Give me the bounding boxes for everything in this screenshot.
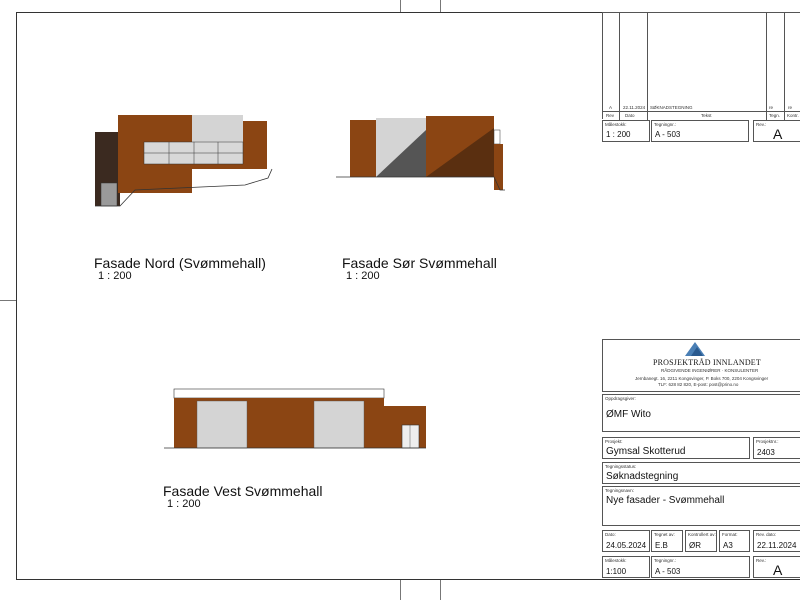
view-title-west: Fasade Vest Svømmehall <box>163 483 323 499</box>
rev-table-drawingnr-value: A - 503 <box>655 130 681 139</box>
scale-cell: Målestokk: 1:100 <box>602 556 650 578</box>
company-logo-block: PROSJEKTRÅD INNLANDET RÅDGIVENDE INGENIØ… <box>602 339 800 392</box>
project-value: Gymsal Skotterud <box>606 446 686 457</box>
rev-table-scale-cell: Målestokk: 1 : 200 <box>602 120 650 142</box>
drawing-number-cell: Tegningnr.: A - 503 <box>651 556 750 578</box>
date-cell: Dato: 24.05.2024 <box>602 530 650 552</box>
rev-table-rev-cell: Rev.: A <box>753 120 800 142</box>
revision-value: A <box>773 562 783 578</box>
format-value: A3 <box>723 541 733 550</box>
revision-cell: Rev.: A <box>753 556 800 578</box>
drawing-status-cell: Tegningsstatus: Søknadstegning <box>602 462 800 484</box>
date-value: 24.05.2024 <box>606 541 647 550</box>
company-logo-icon <box>685 342 705 356</box>
revision-table: A 22.11.2024 SØKNADSTEGNING re re Rev Da… <box>602 12 800 120</box>
revision-date: 22.11.2024 <box>623 105 646 110</box>
project-number-cell: Prosjektnr.: 2403 <box>753 437 800 459</box>
scale-value: 1:100 <box>606 567 627 576</box>
rev-table-rev-value: A <box>773 126 783 142</box>
revision-header-date: Dato <box>625 113 635 118</box>
revision-header-text: Tekst <box>701 113 712 118</box>
drawing-status-value: Søknadstegning <box>606 471 679 482</box>
drawn-by-cell: Tegnet av: E.B <box>651 530 683 552</box>
company-address: Jernbanegt. 16, 2211 Kongsvinger, P. Bok… <box>635 376 769 381</box>
revision-text: SØKNADSTEGNING <box>650 105 693 110</box>
rev-table-scale-value: 1 : 200 <box>606 130 631 139</box>
client-value: ØMF Wito <box>606 409 651 420</box>
company-tagline: RÅDGIVENDE INGENIØRER · KONSULENTER <box>661 368 759 373</box>
drawing-name-value: Nye fasader - Svømmehall <box>606 495 725 506</box>
revision-sign: re <box>769 105 774 110</box>
view-scale-west: 1 : 200 <box>167 498 201 510</box>
format-cell: Format: A3 <box>719 530 750 552</box>
rev-date-cell: Rev. dato: 22.11.2024 <box>753 530 800 552</box>
revision-header-rev: Rev <box>606 113 615 118</box>
rev-date-value: 22.11.2024 <box>757 541 797 550</box>
checked-by-value: ØR <box>689 541 701 550</box>
revision-header-kontr: Kontr. <box>787 113 799 118</box>
revision-kontr: re <box>788 105 793 110</box>
revision-header-sign: Tegn. <box>769 113 781 118</box>
company-name: PROSJEKTRÅD INNLANDET <box>653 358 761 367</box>
drawing-number-value: A - 503 <box>655 567 681 576</box>
drawn-by-value: E.B <box>655 541 668 550</box>
project-cell: Prosjekt: Gymsal Skotterud <box>602 437 750 459</box>
company-contact: TLF: 628 82 820, E-post: post@prino.no <box>658 382 739 387</box>
drawing-name-cell: Tegningsnavn: Nye fasader - Svømmehall <box>602 486 800 526</box>
revision-rev: A <box>609 105 613 110</box>
rev-table-drawingnr-cell: Tegningnr.: A - 503 <box>651 120 749 142</box>
checked-by-cell: Kontrollert av: ØR <box>685 530 717 552</box>
project-number-value: 2403 <box>757 448 775 457</box>
client-cell: Oppdragsgiver: ØMF Wito <box>602 394 800 432</box>
